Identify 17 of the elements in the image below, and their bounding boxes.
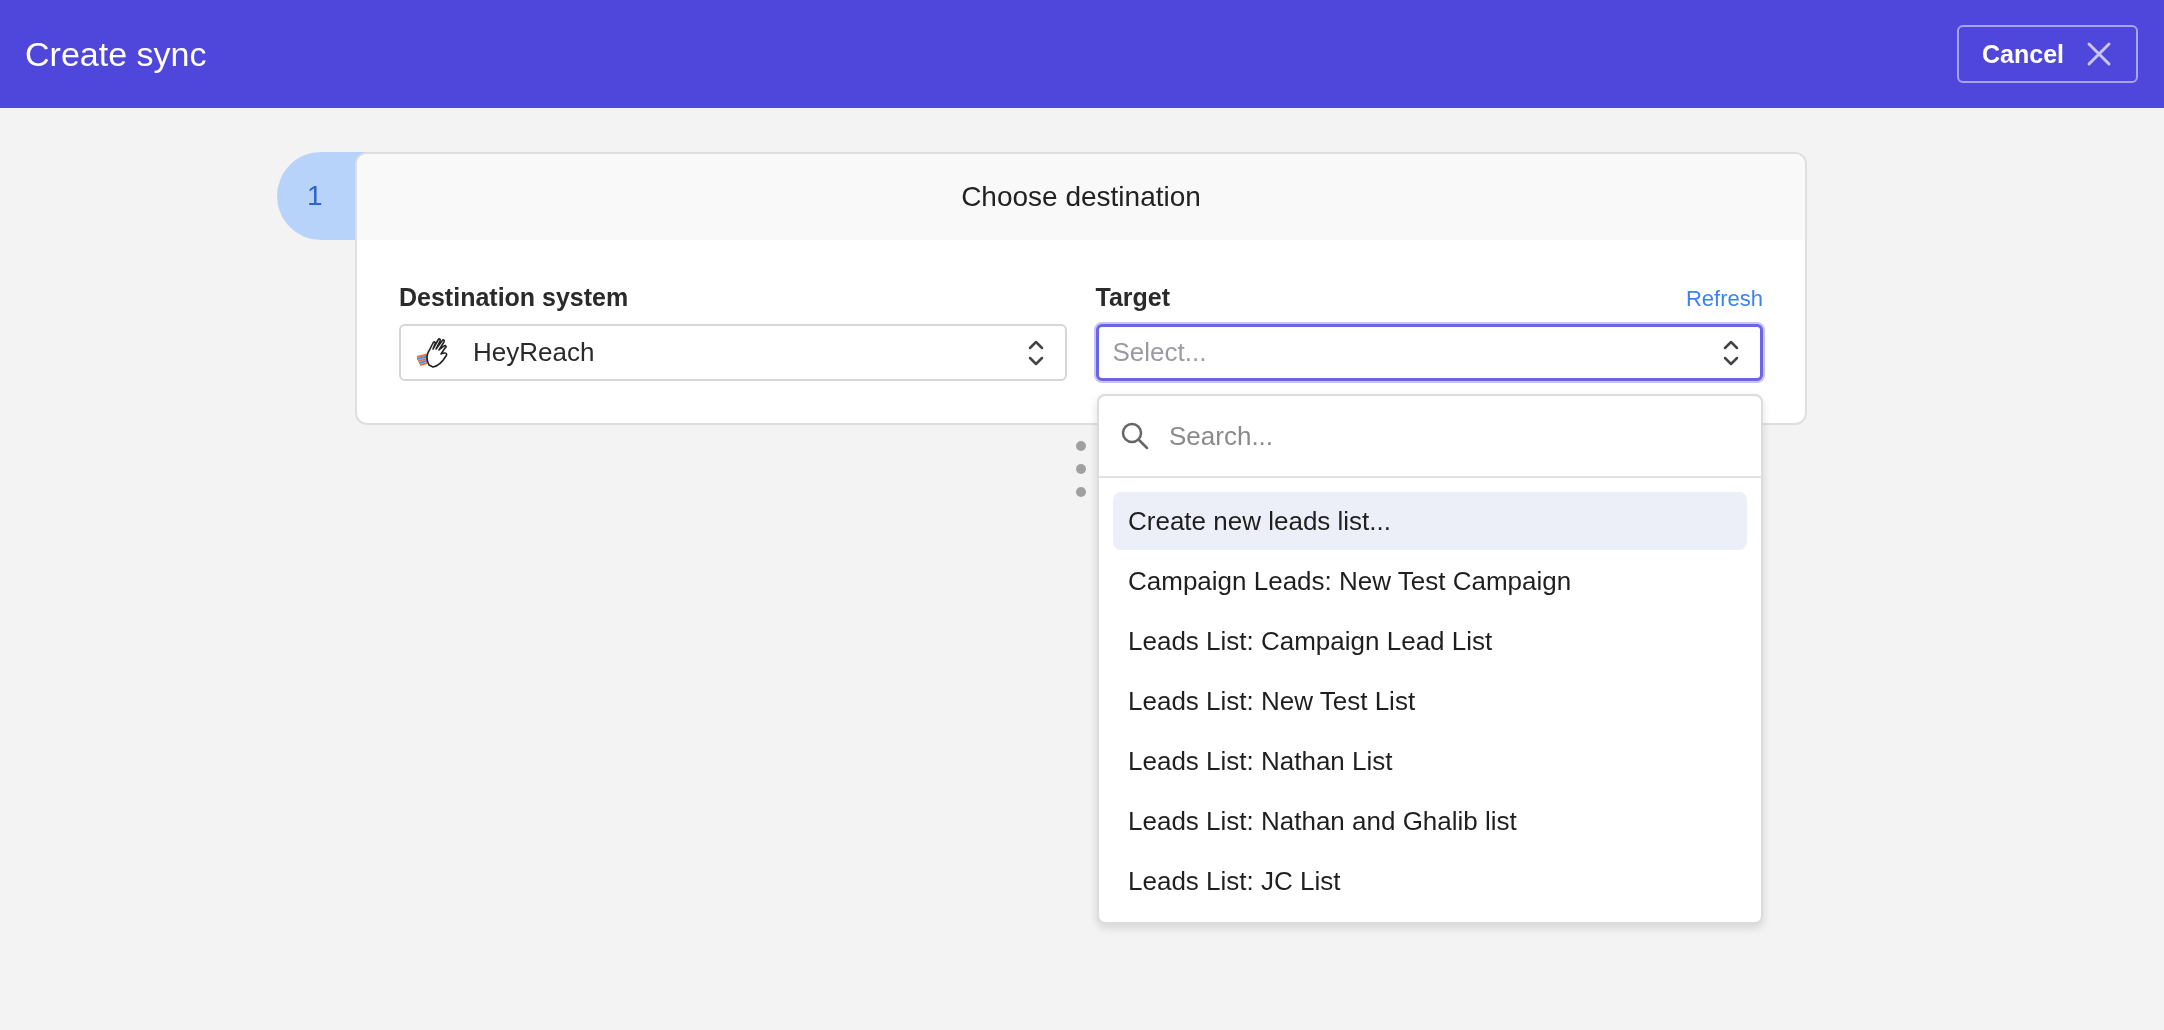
cancel-button[interactable]: Cancel — [1957, 25, 2138, 83]
step-title: Choose destination — [961, 181, 1201, 213]
connector-dots-icon — [1075, 440, 1087, 498]
dropdown-option[interactable]: Leads List: Nathan List — [1113, 732, 1747, 790]
dropdown-option[interactable]: Leads List: Nathan and Ghalib list — [1113, 792, 1747, 850]
search-icon — [1119, 420, 1151, 452]
field-label: Target — [1095, 283, 1171, 312]
dropdown-option[interactable]: Leads List: JC List — [1113, 852, 1747, 910]
dropdown-option[interactable]: Leads List: Campaign Lead List — [1113, 612, 1747, 670]
dropdown-option[interactable]: Leads List: New Test List — [1113, 672, 1747, 730]
dropdown-option[interactable]: Campaign Leads: New Test Campaign — [1113, 552, 1747, 610]
refresh-link[interactable]: Refresh — [1685, 286, 1763, 312]
close-icon — [2086, 41, 2112, 67]
field-label: Destination system — [399, 283, 629, 312]
destination-select[interactable]: HeyReach — [399, 324, 1067, 381]
dropdown-option[interactable]: Create new leads list... — [1113, 492, 1747, 550]
page-title: Create sync — [25, 34, 207, 74]
